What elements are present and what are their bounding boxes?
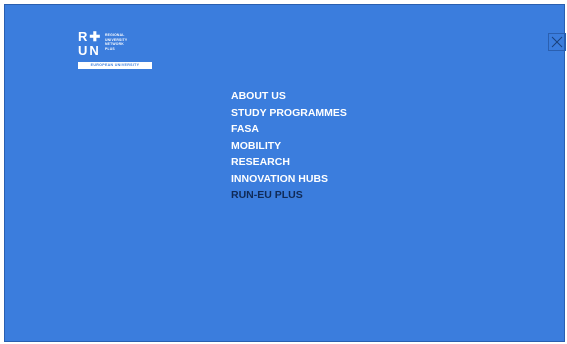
logo-text-line: PLUS — [105, 46, 115, 51]
close-icon — [551, 36, 563, 48]
menu-item-study-programmes[interactable]: STUDY PROGRAMMES — [231, 105, 347, 122]
menu-item-research[interactable]: RESEARCH — [231, 154, 347, 171]
logo-mark-row2: UN — [78, 43, 101, 58]
menu-item-innovation-hubs[interactable]: INNOVATION HUBS — [231, 171, 347, 188]
menu-item-about-us[interactable]: ABOUT US — [231, 88, 347, 105]
logo-text: REGIONAL UNIVERSITY NETWORK PLUS — [105, 33, 151, 51]
menu-overlay: R✚ UN REGIONAL UNIVERSITY NETWORK PLUS E… — [4, 4, 566, 342]
close-button[interactable] — [548, 33, 566, 51]
menu-item-fasa[interactable]: FASA — [231, 121, 347, 138]
logo-mark-row1: R✚ — [78, 29, 103, 44]
logo-badge: EUROPEAN UNIVERSITY — [78, 62, 152, 69]
run-eu-logo[interactable]: R✚ UN REGIONAL UNIVERSITY NETWORK PLUS E… — [78, 29, 152, 73]
logo-mark: R✚ UN — [78, 29, 102, 59]
main-menu: ABOUT US STUDY PROGRAMMES FASA MOBILITY … — [231, 88, 347, 204]
menu-item-run-eu-plus[interactable]: RUN-EU PLUS — [231, 187, 347, 204]
menu-item-mobility[interactable]: MOBILITY — [231, 138, 347, 155]
